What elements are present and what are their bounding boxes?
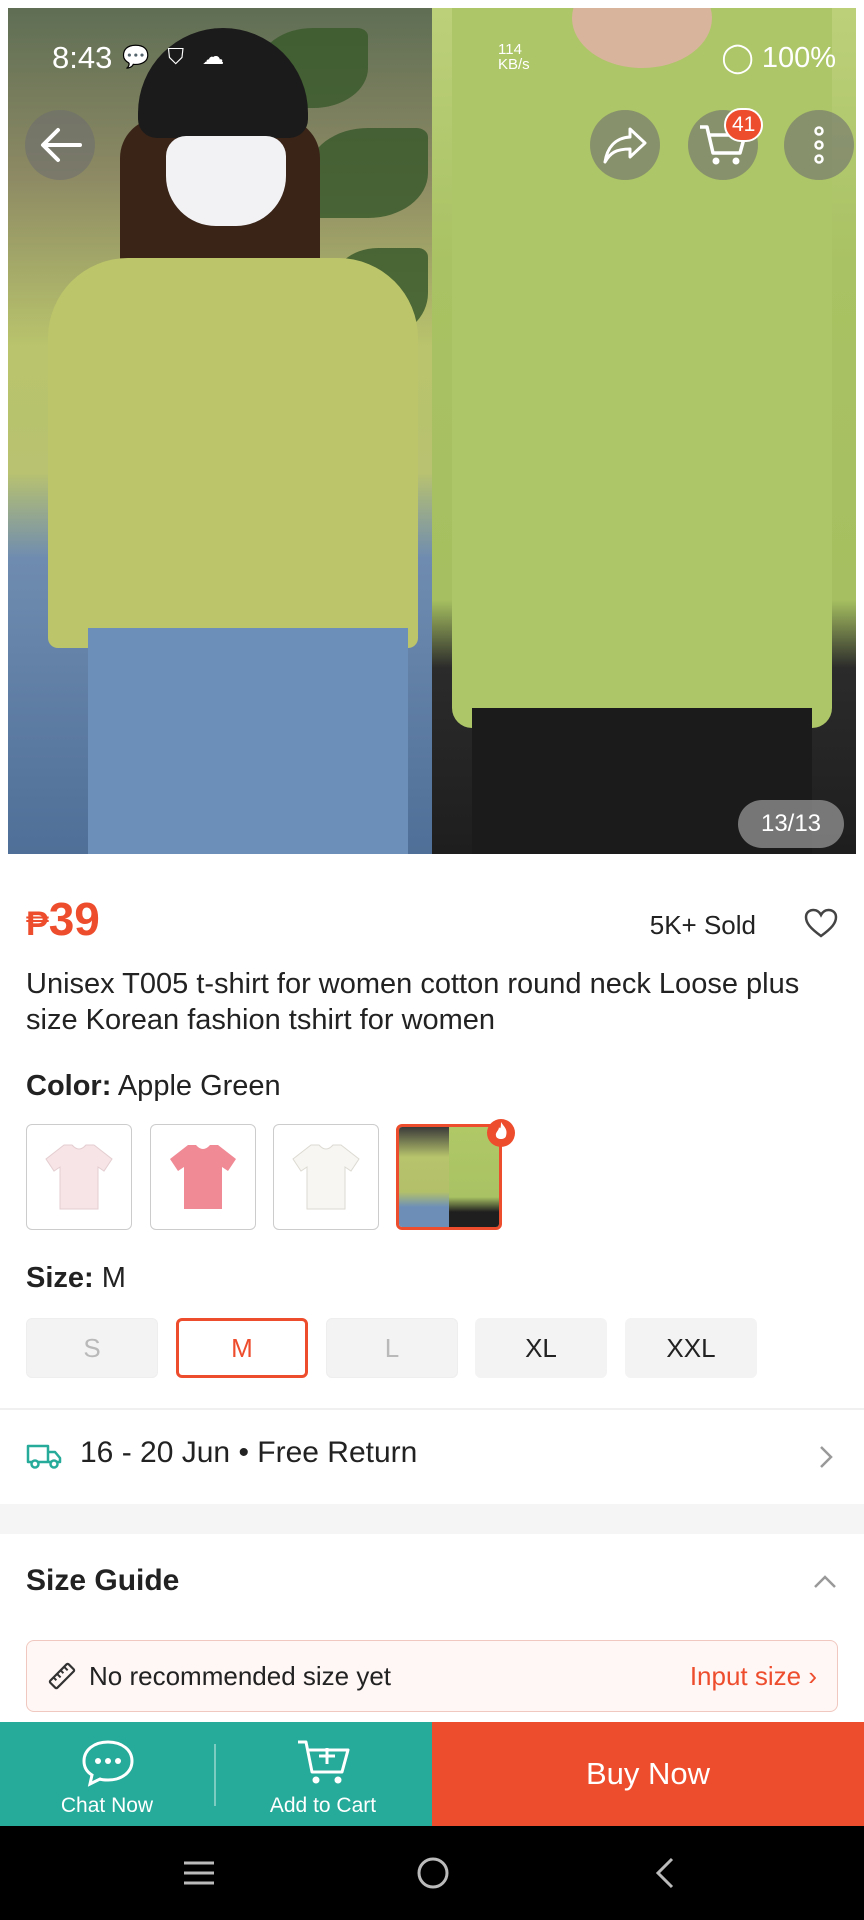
system-navigation-bar (0, 1826, 864, 1920)
back-nav-icon[interactable] (654, 1856, 676, 1890)
chat-now-button[interactable]: Chat Now (0, 1722, 214, 1826)
size-label: Size: M (26, 1262, 126, 1294)
size-option-xxl[interactable]: XXL (625, 1318, 757, 1378)
selected-color: Apple Green (117, 1070, 281, 1102)
add-to-cart-button[interactable]: Add to Cart (216, 1722, 430, 1826)
size-recommendation-box[interactable]: No recommended size yet Input size › (26, 1640, 838, 1712)
more-options-button[interactable] (784, 110, 854, 180)
size-guide-title[interactable]: Size Guide (26, 1564, 179, 1598)
color-option-light-pink[interactable] (26, 1124, 132, 1230)
tshirt-thumbnail (45, 1144, 113, 1210)
tshirt-thumbnail (292, 1144, 360, 1210)
battery-level: ◯ 100% (721, 42, 836, 74)
divider (0, 1408, 864, 1410)
size-option-l[interactable]: L (326, 1318, 458, 1378)
heart-icon (804, 908, 838, 938)
color-label: Color: Apple Green (26, 1070, 281, 1102)
size-option-m[interactable]: M (176, 1318, 308, 1378)
bottom-left-actions: Chat Now Add to Cart (0, 1722, 432, 1826)
home-icon[interactable] (416, 1856, 450, 1890)
color-option-pink[interactable] (150, 1124, 256, 1230)
delivery-text: 16 - 20 Jun • Free Return (80, 1436, 418, 1469)
truck-icon (26, 1444, 62, 1469)
product-price: ₱39 (26, 893, 100, 945)
more-vertical-icon (814, 126, 824, 164)
chat-icon (82, 1740, 134, 1787)
status-time: 8:43 (52, 40, 113, 75)
input-size-link[interactable]: Input size › (690, 1661, 817, 1692)
color-option-white[interactable] (273, 1124, 379, 1230)
sold-count: 5K+ Sold (649, 910, 756, 940)
chevron-up-icon[interactable] (812, 1574, 838, 1590)
chevron-right-icon (820, 1446, 833, 1468)
status-bar: 8:43 💬 ⛉ ☁ 114 KB/s ◯ 100% (8, 8, 856, 108)
selected-size: M (101, 1262, 126, 1294)
like-button[interactable] (804, 908, 838, 943)
size-option-s[interactable]: S (26, 1318, 158, 1378)
recommend-text: No recommended size yet (89, 1661, 392, 1691)
chat-now-label: Chat Now (60, 1794, 154, 1817)
buy-now-button[interactable]: Buy Now (432, 1722, 864, 1826)
menu-icon[interactable] (182, 1860, 216, 1886)
add-cart-icon (298, 1740, 350, 1784)
ruler-icon (48, 1662, 76, 1690)
section-gap (0, 1504, 864, 1534)
product-page: 8:43 💬 ⛉ ☁ 114 KB/s ◯ 100% 41 13/13 ₱39 … (0, 0, 864, 1920)
fire-icon (487, 1119, 515, 1147)
share-button[interactable] (590, 110, 660, 180)
delivery-row[interactable]: 16 - 20 Jun • Free Return (0, 1412, 864, 1500)
bottom-action-bar: Chat Now Add to Cart Buy Now (0, 1722, 864, 1826)
product-image-carousel[interactable]: 8:43 💬 ⛉ ☁ 114 KB/s ◯ 100% 41 13/13 (8, 8, 856, 854)
notification-icons: 💬 ⛉ ☁ (122, 44, 231, 69)
image-counter: 13/13 (738, 800, 844, 848)
back-button[interactable] (25, 110, 95, 180)
arrow-left-icon (41, 128, 82, 162)
network-speed: 114 KB/s (498, 41, 530, 73)
cart-count-badge: 41 (724, 108, 764, 142)
add-to-cart-label: Add to Cart (269, 1794, 377, 1817)
tshirt-thumbnail (170, 1145, 236, 1209)
share-icon (603, 127, 647, 164)
size-option-xl[interactable]: XL (475, 1318, 607, 1378)
product-title: Unisex T005 t-shirt for women cotton rou… (26, 968, 800, 1036)
